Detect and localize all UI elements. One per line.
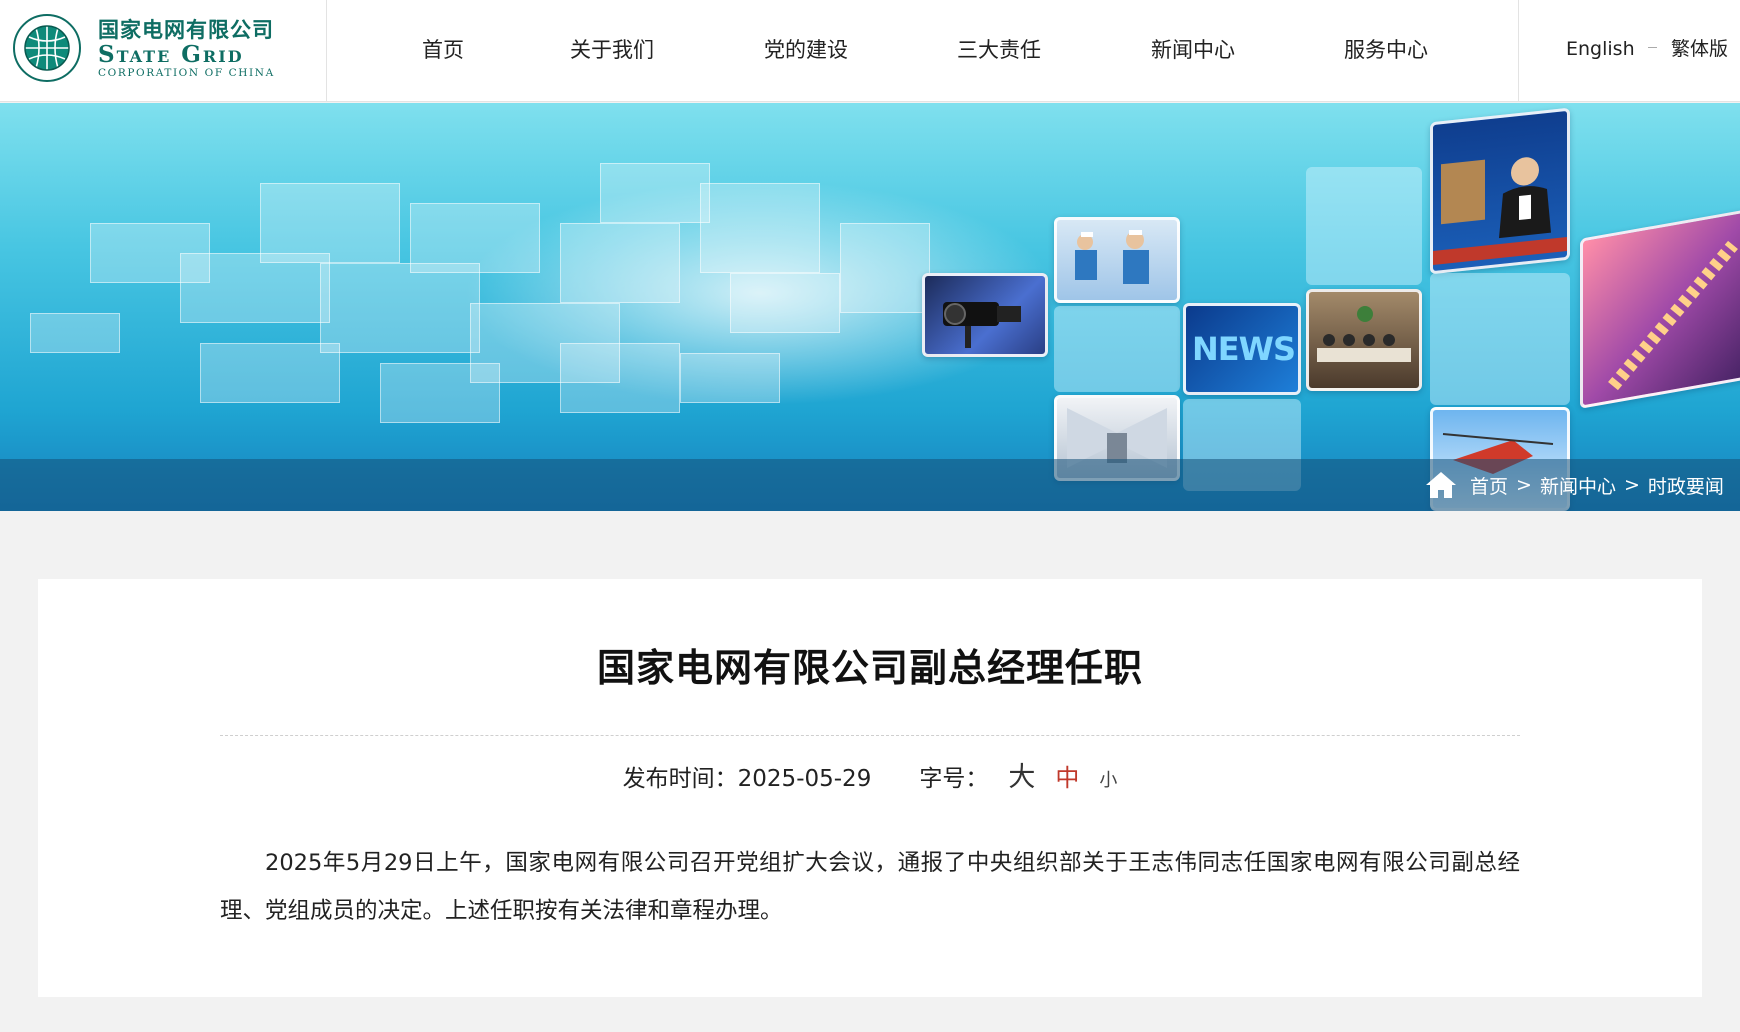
nav-responsibilities[interactable]: 三大责任 — [919, 0, 1079, 100]
logo-english-name: State Grid — [98, 41, 244, 68]
nav-news-center[interactable]: 新闻中心 — [1113, 0, 1273, 100]
title-divider — [220, 735, 1520, 736]
logo-subtitle: CORPORATION OF CHINA — [98, 67, 275, 79]
nav-home[interactable]: 首页 — [363, 0, 523, 100]
article-title: 国家电网有限公司副总经理任职 — [596, 646, 1143, 690]
english-link[interactable]: English — [1566, 0, 1635, 100]
font-size-label: 字号： — [919, 766, 989, 792]
logo-chinese-name: 国家电网有限公司 — [98, 18, 274, 42]
publish-date-label: 发布时间： — [622, 766, 738, 792]
power-line-photo-tile — [1580, 207, 1740, 409]
nav-about-us[interactable]: 关于我们 — [532, 0, 692, 100]
font-size-large-button[interactable]: 大 — [1008, 755, 1035, 794]
publish-date: 2025-05-29 — [737, 766, 872, 792]
article-body: 2025年5月29日上午，国家电网有限公司召开党组扩大会议，通报了中央组织部关于… — [220, 850, 1520, 924]
article-card: 国家电网有限公司副总经理任职 发布时间：2025-05-29 字号： 大中小 202… — [38, 579, 1702, 997]
breadcrumb-separator: > — [1516, 474, 1532, 496]
breadcrumb: 首页 > 新闻中心 > 时政要闻 — [1424, 459, 1724, 511]
state-grid-emblem-icon — [12, 13, 82, 83]
traditional-chinese-link[interactable]: 繁体版 — [1671, 0, 1728, 100]
breadcrumb-news-center[interactable]: 新闻中心 — [1540, 472, 1616, 499]
breadcrumb-current-category[interactable]: 时政要闻 — [1648, 472, 1724, 499]
article-meta: 发布时间：2025-05-29 字号： 大中小 — [38, 755, 1702, 794]
news-banner: NEWS 首页 > 新闻中心 > 时政要闻 — [0, 103, 1740, 511]
main-nav: 首页 关于我们 党的建设 三大责任 新闻中心 服务中心 — [327, 0, 1518, 100]
font-size-small-button[interactable]: 小 — [1099, 766, 1117, 792]
breadcrumb-home[interactable]: 首页 — [1470, 472, 1508, 499]
font-size-medium-button[interactable]: 中 — [1055, 758, 1079, 793]
workers-photo-tile — [1054, 217, 1180, 303]
nav-party-building[interactable]: 党的建设 — [726, 0, 886, 100]
nav-service-center[interactable]: 服务中心 — [1306, 0, 1466, 100]
news-photo-tile: NEWS — [1183, 303, 1301, 395]
broadcast-photo-tile — [1430, 107, 1570, 275]
meeting-photo-tile — [1306, 289, 1422, 391]
breadcrumb-separator: > — [1623, 474, 1640, 496]
logo[interactable]: 国家电网有限公司 State Grid CORPORATION OF CHINA — [12, 12, 302, 84]
news-tile-text: NEWS — [1192, 330, 1296, 368]
camera-photo-tile — [922, 273, 1048, 357]
lang-separator — [1648, 47, 1657, 48]
header-divider-right — [1518, 0, 1519, 102]
site-header: 国家电网有限公司 State Grid CORPORATION OF CHINA… — [0, 0, 1740, 102]
home-icon[interactable] — [1424, 470, 1458, 500]
